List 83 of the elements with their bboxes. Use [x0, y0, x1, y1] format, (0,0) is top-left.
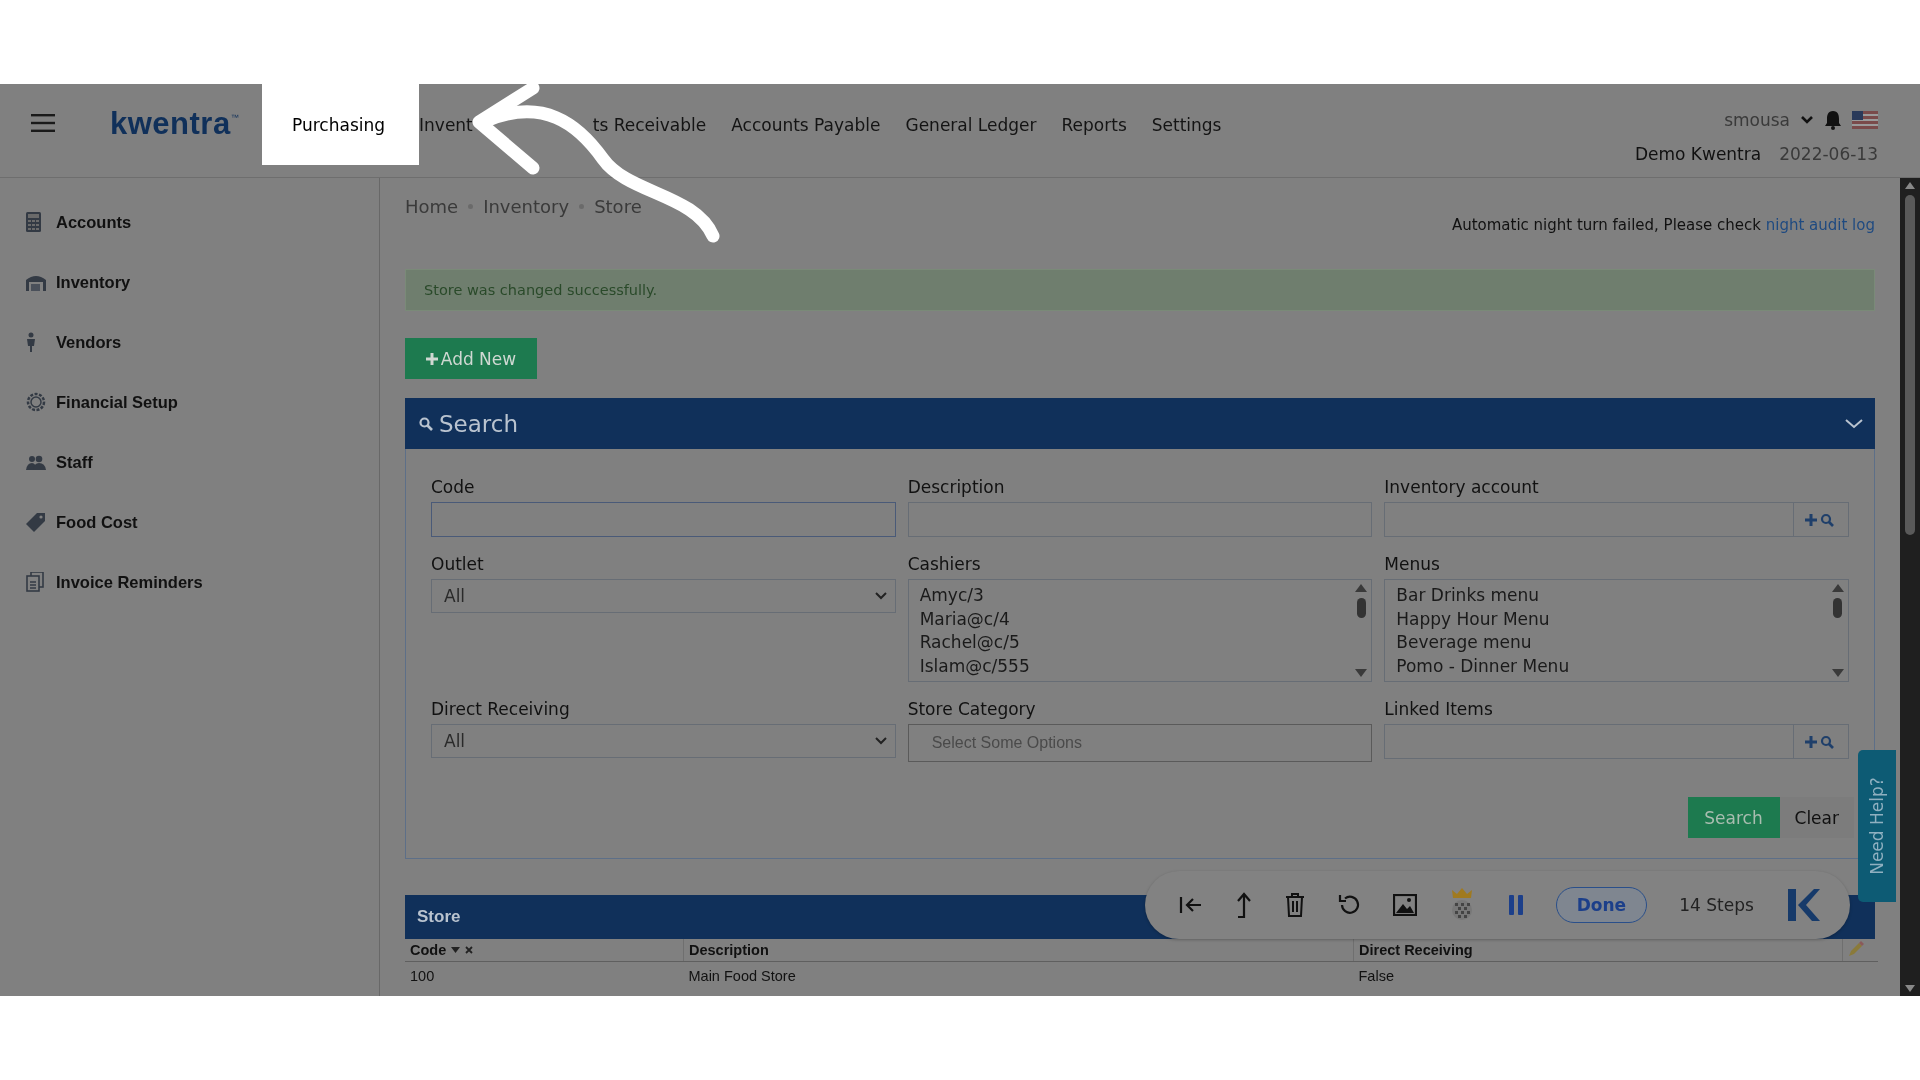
nav-tab[interactable]: Reports	[1061, 84, 1152, 165]
breadcrumb-link[interactable]: Home	[405, 196, 459, 217]
panel-title: Search	[439, 410, 519, 437]
list-field[interactable]: Amyc/3 Maria@c/4 Rachel@c/5 Islam@c/555	[907, 579, 1373, 682]
breadcrumb-link[interactable]: Store	[594, 196, 642, 217]
column-header[interactable]: Description	[689, 942, 769, 958]
clear-button[interactable]: Clear	[1779, 797, 1854, 838]
person-icon	[26, 332, 36, 352]
column-header[interactable]: Direct Receiving	[1359, 942, 1473, 958]
field-label: Menus	[1384, 554, 1441, 574]
scroll-thumb[interactable]	[1905, 195, 1915, 535]
bell-icon[interactable]	[1824, 110, 1842, 130]
list-field[interactable]: Bar Drinks menu Happy Hour Menu Beverage menu Pomo - Dinner Menu	[1384, 579, 1849, 682]
people-icon	[26, 454, 46, 470]
field-label: Description	[907, 477, 1006, 497]
field-label: Cashiers	[907, 554, 982, 574]
lookup-field[interactable]	[1384, 724, 1794, 759]
company-name: Demo Kwentra	[1634, 144, 1762, 164]
lookup-field[interactable]	[1384, 502, 1794, 537]
user-menu[interactable]: smousa	[1724, 110, 1790, 130]
field-label: Linked Items	[1384, 699, 1494, 719]
select-field[interactable]: All	[431, 579, 896, 613]
chevron-down-icon[interactable]	[1800, 115, 1814, 125]
field-label: Outlet	[431, 554, 485, 574]
undo-icon[interactable]	[1337, 893, 1362, 917]
chevron-down-icon	[874, 592, 887, 600]
text-field[interactable]	[907, 502, 1373, 537]
sidebar-item[interactable]: Staff	[0, 432, 379, 492]
flag-icon[interactable]	[1852, 111, 1878, 129]
add-search-button[interactable]	[1794, 724, 1849, 759]
chevron-down-icon	[874, 737, 887, 745]
nav-tab[interactable]: Settings	[1151, 84, 1247, 165]
notice-text: Automatic night turn failed, Please check night audit log	[1451, 215, 1875, 234]
help-tab[interactable]: Need Help?	[1858, 750, 1896, 902]
gear-icon	[26, 392, 46, 412]
text-field[interactable]	[431, 502, 896, 537]
logo[interactable]: kwentra$^{™}$	[110, 106, 255, 142]
tag-icon	[26, 512, 46, 532]
steps-count: 14 Steps	[1679, 895, 1754, 915]
warehouse-icon	[26, 273, 46, 291]
documents-icon	[26, 572, 44, 592]
breadcrumb-link[interactable]: Inventory	[483, 196, 570, 217]
table-cell: 100	[410, 968, 435, 984]
sidebar-item[interactable]: Inventory	[0, 252, 379, 312]
image-icon[interactable]	[1393, 894, 1418, 916]
nav-tab[interactable]: Accounts Payable	[731, 84, 906, 165]
add-new-button[interactable]: Add New	[405, 338, 537, 379]
sidebar-item[interactable]: Financial Setup	[0, 372, 379, 432]
sidebar-item[interactable]: Invoice Reminders	[0, 552, 379, 612]
sidebar-item[interactable]: Accounts	[0, 192, 379, 252]
table-title: Store	[417, 907, 461, 927]
field-label: Store Category	[907, 699, 1037, 719]
nav-tab[interactable]: Invent	[419, 84, 498, 165]
sidebar-item[interactable]: Vendors	[0, 312, 379, 372]
sidebar-item[interactable]: Food Cost	[0, 492, 379, 552]
column-header[interactable]: Code	[410, 942, 447, 958]
up-arrow-icon[interactable]	[1235, 892, 1254, 918]
done-button[interactable]: Done	[1555, 887, 1648, 923]
date-label: 2022-06-13	[1779, 144, 1878, 164]
field-label: Inventory account	[1384, 477, 1540, 497]
pause-icon[interactable]	[1507, 895, 1524, 915]
sort-down-icon[interactable]	[451, 947, 461, 953]
field-label: Direct Receiving	[431, 699, 571, 719]
table-cell: Main Food Store	[688, 968, 796, 984]
nav-tab[interactable]: General Ledger	[905, 84, 1062, 165]
first-step-icon[interactable]	[1179, 895, 1203, 915]
table-cell: False	[1358, 968, 1394, 984]
scroll-up-icon[interactable]	[1905, 182, 1915, 189]
search-icon	[419, 416, 433, 431]
select-field[interactable]: All	[431, 724, 896, 758]
plus-icon	[425, 352, 438, 365]
search-button[interactable]: Search	[1687, 797, 1780, 838]
search-panel-header[interactable]: Search	[405, 398, 1875, 449]
nav-tab[interactable]: Purchasing	[262, 84, 420, 165]
field-label: Code	[431, 477, 476, 497]
calculator-icon	[26, 212, 41, 232]
nav-tab[interactable]: ts Receivable	[592, 84, 732, 165]
trash-icon[interactable]	[1285, 893, 1306, 917]
close-icon[interactable]	[465, 946, 474, 954]
k-logo-icon[interactable]	[1785, 887, 1820, 923]
add-search-button[interactable]	[1794, 502, 1849, 537]
menu-icon[interactable]	[31, 114, 55, 132]
success-alert: Store was changed successfully.	[405, 269, 1875, 311]
